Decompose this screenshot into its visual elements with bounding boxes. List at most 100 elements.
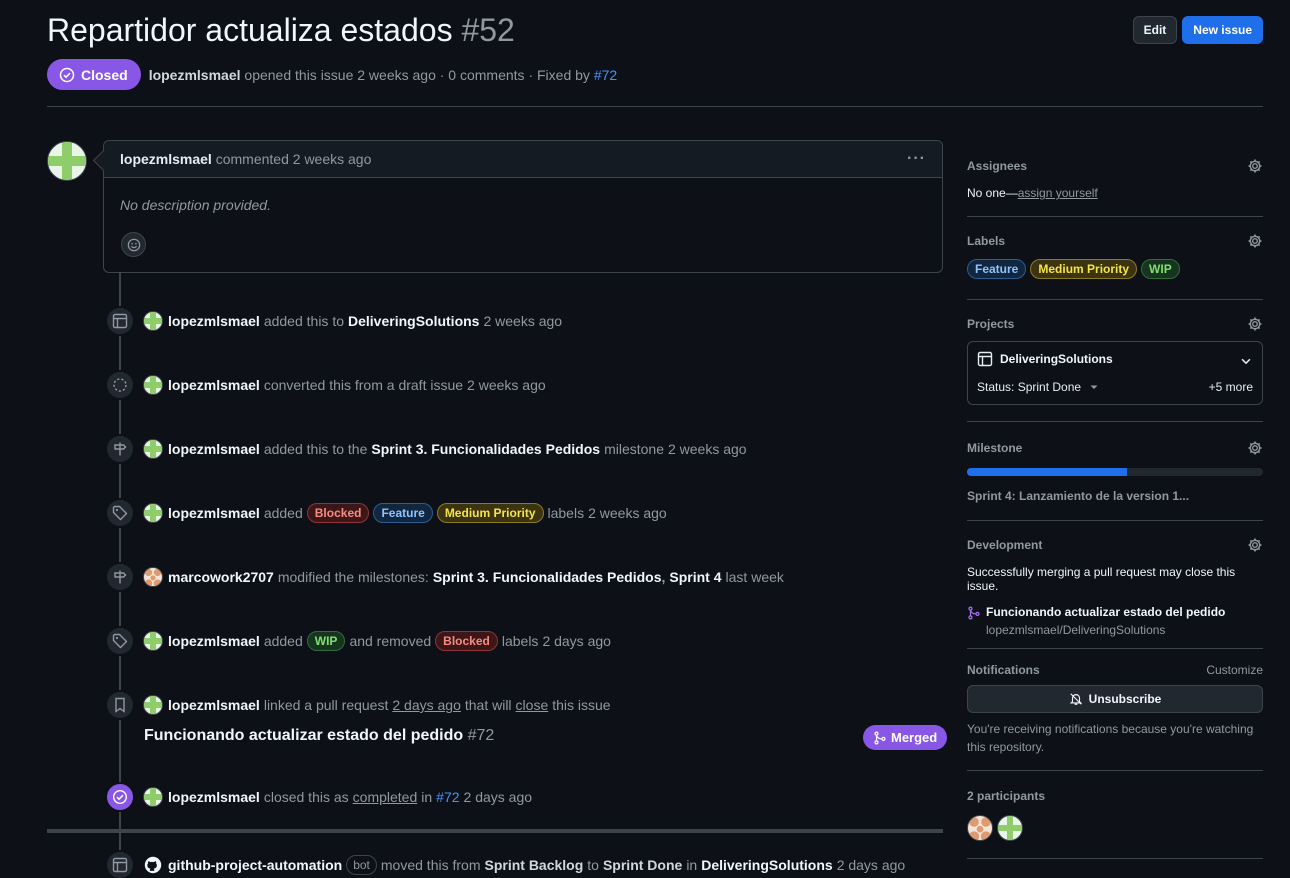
label-medium-priority[interactable]: Medium Priority bbox=[1030, 259, 1138, 279]
comment-author-link[interactable]: lopezmlsmael bbox=[120, 151, 212, 167]
customize-link[interactable]: Customize bbox=[1206, 663, 1263, 677]
column-to: Sprint Done bbox=[602, 857, 683, 873]
event-time[interactable]: 2 weeks ago bbox=[483, 313, 562, 329]
actor-link[interactable]: lopezmlsmael bbox=[168, 633, 260, 649]
timeline-event: marcowork2707 modified the milestones: S… bbox=[105, 562, 784, 592]
project-link[interactable]: DeliveringSolutions bbox=[701, 857, 832, 873]
issue-author-link[interactable]: lopezmlsmael bbox=[149, 67, 241, 83]
label-feature[interactable]: Feature bbox=[373, 503, 433, 523]
event-time[interactable]: 2 weeks ago bbox=[668, 441, 747, 457]
project-name-link[interactable]: DeliveringSolutions bbox=[1000, 352, 1113, 366]
gear-icon[interactable] bbox=[1247, 316, 1263, 332]
milestone-link[interactable]: Sprint 3. Funcionalidades Pedidos, bbox=[433, 569, 666, 585]
label-wip[interactable]: WIP bbox=[306, 631, 346, 651]
avatar[interactable] bbox=[997, 815, 1023, 841]
timeline-event: lopezmlsmael closed this as completed in… bbox=[105, 782, 532, 812]
add-reaction-button[interactable] bbox=[121, 232, 146, 257]
actor-link[interactable]: lopezmlsmael bbox=[168, 313, 260, 329]
milestone-icon bbox=[105, 562, 135, 592]
linked-pr-link[interactable]: Funcionando actualizar estado del pedido bbox=[986, 605, 1225, 619]
milestone-name-link[interactable]: Sprint 4: Lanzamiento de la version 1... bbox=[967, 489, 1263, 503]
completed-link[interactable]: completed bbox=[353, 789, 418, 805]
actor-link[interactable]: lopezmlsmael bbox=[168, 505, 260, 521]
actor-link[interactable]: lopezmlsmael bbox=[168, 377, 260, 393]
comment-time[interactable]: 2 weeks ago bbox=[293, 151, 372, 167]
timeline-break bbox=[47, 829, 943, 833]
avatar[interactable] bbox=[967, 815, 993, 841]
label-wip[interactable]: WIP bbox=[1141, 259, 1180, 279]
linked-pr-title[interactable]: Funcionando actualizar estado del pedido… bbox=[144, 727, 494, 745]
event-time[interactable]: 2 days ago bbox=[837, 857, 906, 873]
new-issue-button[interactable]: New issue bbox=[1182, 16, 1263, 44]
event-text: modified the milestones: bbox=[277, 569, 429, 585]
project-link[interactable]: DeliveringSolutions bbox=[348, 313, 479, 329]
event-time[interactable]: last week bbox=[726, 569, 784, 585]
actor-link[interactable]: marcowork2707 bbox=[168, 569, 274, 585]
event-time[interactable]: 2 weeks ago bbox=[588, 505, 667, 521]
event-time[interactable]: 2 days ago bbox=[464, 789, 533, 805]
avatar[interactable] bbox=[143, 439, 163, 459]
linked-pr-repo[interactable]: lopezmlsmael/DeliveringSolutions bbox=[986, 623, 1225, 637]
sidebar-assignees: Assignees No one—assign yourself bbox=[967, 150, 1263, 217]
label-blocked[interactable]: Blocked bbox=[435, 631, 498, 651]
status-text: Closed bbox=[81, 66, 128, 83]
timeline-event: github-project-automation bot moved this… bbox=[105, 850, 905, 878]
development-heading[interactable]: Development bbox=[967, 538, 1042, 552]
draft-issue-icon bbox=[105, 370, 135, 400]
event-text: added bbox=[263, 633, 303, 649]
sidebar-milestone: Milestone Sprint 4: Lanzamiento de la ve… bbox=[967, 422, 1263, 521]
github-logo-icon[interactable] bbox=[143, 855, 163, 875]
actor-link[interactable]: lopezmlsmael bbox=[168, 697, 260, 713]
label-feature[interactable]: Feature bbox=[967, 259, 1027, 279]
smiley-icon bbox=[127, 238, 140, 251]
event-text: to bbox=[587, 857, 599, 873]
linked-pr-title-text[interactable]: Funcionando actualizar estado del pedido bbox=[144, 727, 463, 744]
gear-icon[interactable] bbox=[1247, 233, 1263, 249]
labels-heading[interactable]: Labels bbox=[967, 234, 1005, 248]
event-text: labels bbox=[501, 633, 539, 649]
project-status[interactable]: Status: Sprint Done bbox=[977, 380, 1081, 394]
actor-link[interactable]: lopezmlsmael bbox=[168, 441, 260, 457]
unsubscribe-button[interactable]: Unsubscribe bbox=[967, 685, 1263, 713]
issue-meta-text: opened this issue 2 weeks ago · 0 commen… bbox=[244, 66, 590, 83]
avatar[interactable] bbox=[143, 695, 163, 715]
close-keyword[interactable]: close bbox=[516, 697, 549, 713]
project-status-dropdown[interactable]: Status: Sprint Done bbox=[977, 380, 1099, 394]
header-divider bbox=[47, 106, 1263, 107]
gear-icon[interactable] bbox=[1247, 440, 1263, 456]
assign-yourself-link[interactable]: assign yourself bbox=[1018, 186, 1098, 200]
milestone-heading[interactable]: Milestone bbox=[967, 441, 1022, 455]
gear-icon[interactable] bbox=[1247, 537, 1263, 553]
edit-button[interactable]: Edit bbox=[1132, 16, 1178, 44]
label-blocked[interactable]: Blocked bbox=[306, 503, 370, 523]
avatar[interactable] bbox=[143, 503, 163, 523]
milestone-link[interactable]: Sprint 3. Funcionalidades Pedidos bbox=[371, 441, 600, 457]
more-options-icon[interactable]: ··· bbox=[907, 150, 926, 168]
avatar[interactable] bbox=[143, 311, 163, 331]
milestone-link[interactable]: Sprint 4 bbox=[669, 569, 721, 585]
label-medium-priority[interactable]: Medium Priority bbox=[436, 503, 544, 523]
avatar[interactable] bbox=[143, 375, 163, 395]
check-circle-icon bbox=[105, 782, 135, 812]
tag-icon bbox=[105, 626, 135, 656]
sidebar-notifications: Notifications Customize Unsubscribe You'… bbox=[967, 649, 1263, 771]
projects-heading[interactable]: Projects bbox=[967, 317, 1014, 331]
avatar[interactable] bbox=[143, 631, 163, 651]
unsubscribe-label[interactable]: Unsubscribe bbox=[1089, 692, 1162, 706]
event-time[interactable]: 2 days ago bbox=[392, 697, 461, 713]
gear-icon[interactable] bbox=[1247, 158, 1263, 174]
more-fields-link[interactable]: +5 more bbox=[1209, 380, 1253, 394]
actor-link[interactable]: lopezmlsmael bbox=[168, 789, 260, 805]
avatar[interactable] bbox=[47, 141, 87, 181]
event-time[interactable]: 2 days ago bbox=[542, 633, 611, 649]
assignees-heading[interactable]: Assignees bbox=[967, 159, 1027, 173]
milestone-icon bbox=[105, 434, 135, 464]
event-time[interactable]: 2 weeks ago bbox=[467, 377, 546, 393]
avatar[interactable] bbox=[143, 567, 163, 587]
timeline-event: lopezmlsmael linked a pull request 2 day… bbox=[105, 690, 611, 720]
fixed-by-link[interactable]: #72 bbox=[594, 67, 617, 83]
avatar[interactable] bbox=[143, 787, 163, 807]
chevron-down-icon[interactable] bbox=[1239, 354, 1253, 368]
actor-link[interactable]: github-project-automation bbox=[168, 857, 342, 873]
pr-reference-link[interactable]: #72 bbox=[436, 789, 459, 805]
